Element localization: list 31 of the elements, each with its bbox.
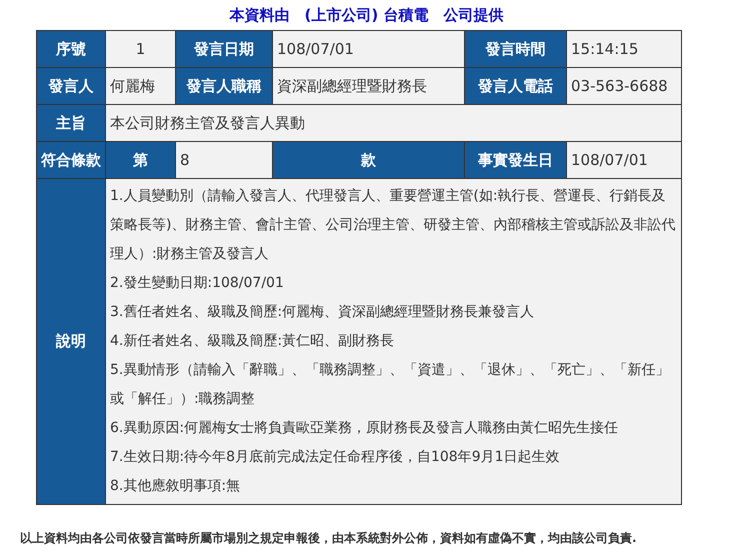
- field-label: 發言人: [48, 76, 94, 95]
- field-label: 發言時間: [486, 40, 546, 58]
- field-value: 資深副總經理暨財務長: [277, 76, 427, 95]
- field-value: 108/07/01: [277, 40, 354, 58]
- field-value: 03-563-6688: [571, 76, 668, 95]
- description-item: 1.人員變動別（請輸入發言人、代理發言人、重要營運主管(如:執行長、營運長、行銷長及策略長等)、財務主管、會計主管、公司治理主管、研發主管、內部稽核主管或訴訟及非訟代理人）:財務主管及發言人: [110, 187, 676, 264]
- field-label: 發言人職稱: [186, 76, 262, 95]
- description-item: 5.異動情形（請輸入「辭職」、「職務調整」、「資遣」、「退休」、「死亡」、「新任」或「解任」）:職務調整: [110, 361, 670, 409]
- description-item: 3.舊任者姓名、級職及簡歷:何麗梅、資深副總經理暨財務長兼發言人: [110, 303, 536, 322]
- field-value: 本公司財務主管及發言人異動: [110, 114, 305, 132]
- field-label: 發言人電話: [478, 76, 553, 95]
- field-value: 108/07/01: [571, 150, 648, 169]
- field-label: 符合條款: [41, 150, 101, 169]
- description-item: 8.其他應敘明事項:無: [110, 477, 242, 496]
- field-label: 說明: [56, 332, 86, 350]
- field-label: 款: [361, 150, 376, 169]
- field-label: 主旨: [56, 114, 86, 132]
- field-label: 事實發生日: [478, 150, 553, 169]
- page-title: 本資料由 (上市公司) 台積電 公司提供: [230, 4, 504, 26]
- field-label: 發言日期: [194, 40, 254, 58]
- description-item: 2.發生變動日期:108/07/01: [110, 274, 285, 293]
- field-value: 8: [180, 150, 190, 169]
- field-label: 第: [133, 150, 148, 169]
- description-item: 6.異動原因:何麗梅女士將負責歐亞業務，原財務長及發言人職務由黃仁昭先生接任: [110, 419, 620, 438]
- description-item: 4.新任者姓名、級職及簡歷:黃仁昭、副財務長: [110, 332, 396, 351]
- field-value: 15:14:15: [571, 40, 638, 58]
- field-value: 何麗梅: [110, 76, 155, 95]
- serial-number: 1: [136, 40, 146, 58]
- disclaimer-text: 以上資料均由各公司依發言當時所屬市場別之規定申報後，由本系統對外公佈，資料如有虛偽不實，均由該公司負責.: [20, 531, 637, 545]
- field-label: 序號: [56, 40, 86, 58]
- description-item: 7.生效日期:待今年8月底前完成法定任命程序後，自108年9月1日起生效: [110, 448, 561, 467]
